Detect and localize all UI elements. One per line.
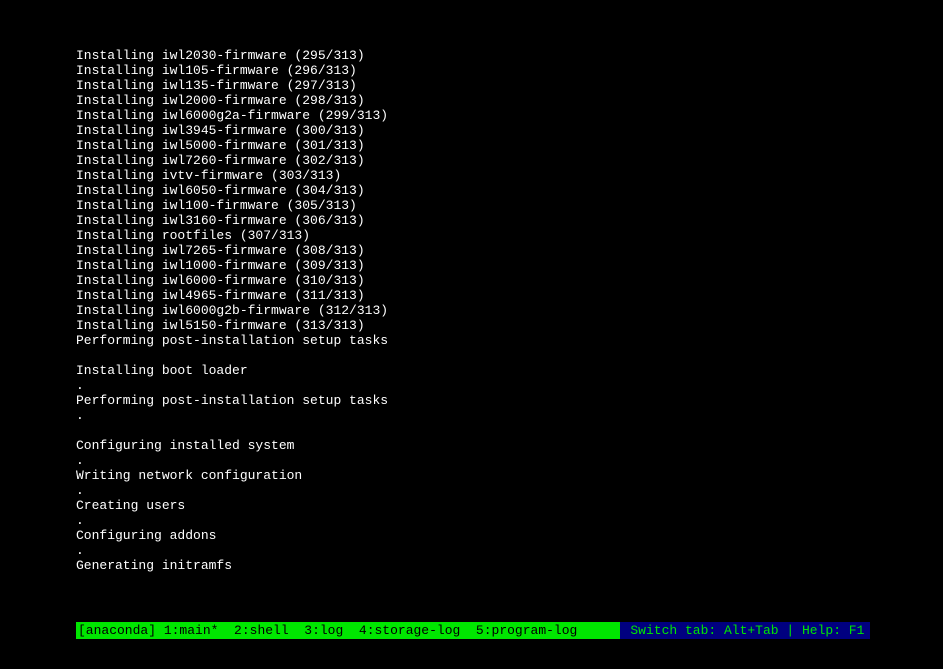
log-line: Configuring addons <box>76 528 883 543</box>
log-line: Creating users <box>76 498 883 513</box>
log-line: Installing iwl6000g2b-firmware (312/313) <box>76 303 883 318</box>
tab-log[interactable]: 3:log <box>304 623 343 638</box>
log-line: Performing post-installation setup tasks <box>76 393 883 408</box>
log-line: Installing iwl3945-firmware (300/313) <box>76 123 883 138</box>
terminal-output: Installing iwl2030-firmware (295/313)Ins… <box>76 48 883 621</box>
log-line: . <box>76 513 883 528</box>
log-line: Installing iwl105-firmware (296/313) <box>76 63 883 78</box>
log-line: Installing rootfiles (307/313) <box>76 228 883 243</box>
tab-main[interactable]: 1:main* <box>164 623 219 638</box>
log-line: Installing iwl2030-firmware (295/313) <box>76 48 883 63</box>
log-line: . <box>76 453 883 468</box>
help-text: Switch tab: Alt+Tab | Help: F1 <box>630 622 864 639</box>
log-line: Installing ivtv-firmware (303/313) <box>76 168 883 183</box>
log-line: Installing boot loader <box>76 363 883 378</box>
status-bar: [anaconda] 1:main* 2:shell 3:log 4:stora… <box>76 622 870 639</box>
log-line: Installing iwl6000-firmware (310/313) <box>76 273 883 288</box>
log-line: Performing post-installation setup tasks <box>76 333 883 348</box>
log-line: Installing iwl7265-firmware (308/313) <box>76 243 883 258</box>
log-line: Installing iwl7260-firmware (302/313) <box>76 153 883 168</box>
tab-shell[interactable]: 2:shell <box>234 623 289 638</box>
help-hint: Switch tab: Alt+Tab | Help: F1 <box>620 622 870 639</box>
log-line <box>76 423 883 438</box>
log-line: Generating initramfs <box>76 558 883 573</box>
log-line: Installing iwl5000-firmware (301/313) <box>76 138 883 153</box>
log-line: Installing iwl6000g2a-firmware (299/313) <box>76 108 883 123</box>
log-line: Installing iwl4965-firmware (311/313) <box>76 288 883 303</box>
log-line: Installing iwl3160-firmware (306/313) <box>76 213 883 228</box>
log-line <box>76 348 883 363</box>
tabs-section: [anaconda] 1:main* 2:shell 3:log 4:stora… <box>76 622 620 639</box>
log-line: Writing network configuration <box>76 468 883 483</box>
installer-label: [anaconda] <box>78 622 156 639</box>
log-line: . <box>76 483 883 498</box>
log-line: Installing iwl135-firmware (297/313) <box>76 78 883 93</box>
tabs-padding <box>577 622 616 639</box>
log-line: Installing iwl1000-firmware (309/313) <box>76 258 883 273</box>
log-line: . <box>76 408 883 423</box>
log-line: Installing iwl100-firmware (305/313) <box>76 198 883 213</box>
tab-program-log[interactable]: 5:program-log <box>476 623 577 638</box>
log-line: Installing iwl2000-firmware (298/313) <box>76 93 883 108</box>
tab-storage-log[interactable]: 4:storage-log <box>359 623 460 638</box>
log-line: . <box>76 543 883 558</box>
log-line: Installing iwl6050-firmware (304/313) <box>76 183 883 198</box>
log-line: Installing iwl5150-firmware (313/313) <box>76 318 883 333</box>
log-line: Configuring installed system <box>76 438 883 453</box>
log-line: . <box>76 378 883 393</box>
